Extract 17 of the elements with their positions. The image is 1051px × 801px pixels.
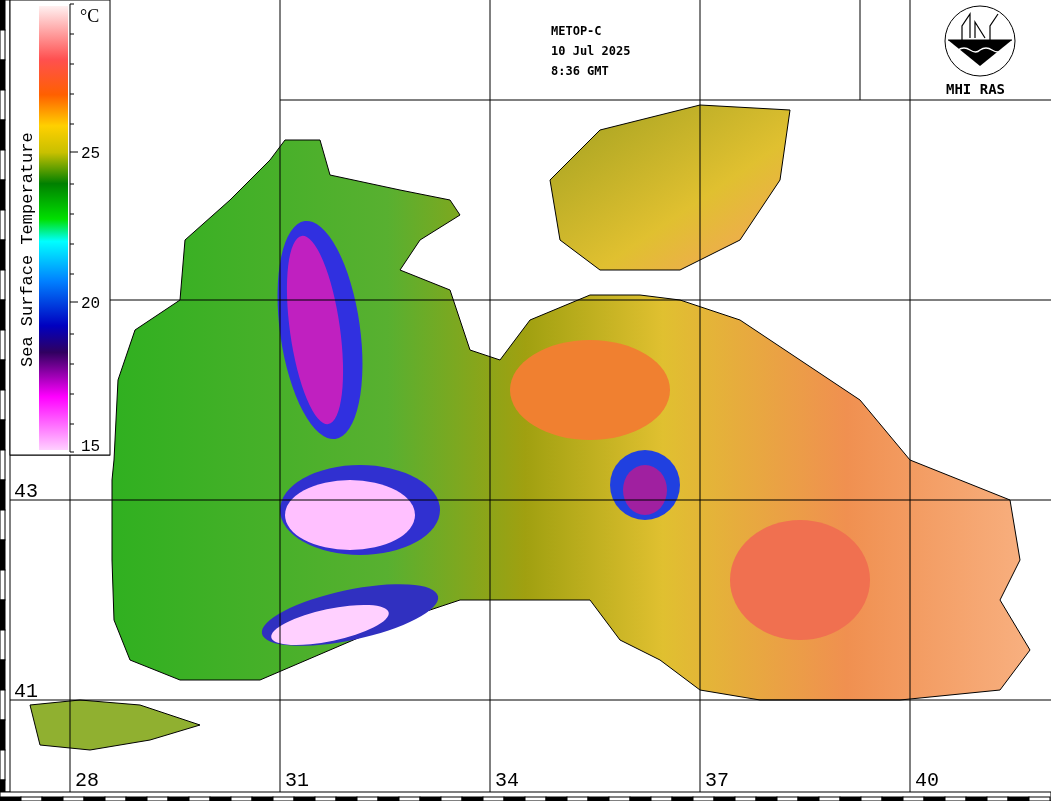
longitude-label: 28: [75, 769, 99, 792]
colorbar-unit: °C: [80, 6, 100, 26]
header-line: 10 Jul 2025: [551, 44, 631, 58]
header-line: 8:36 GMT: [551, 64, 609, 78]
logo-text: MHI RAS: [946, 81, 1005, 97]
longitude-label: 31: [285, 769, 309, 792]
longitude-label: 40: [915, 769, 939, 792]
colorbar-tick-label: 20: [81, 295, 101, 313]
latitude-label: 43: [14, 480, 38, 503]
longitude-label: 34: [495, 769, 519, 792]
institute-logo-icon: [944, 5, 1016, 77]
header-line: METOP-C: [551, 24, 602, 38]
colorbar-tick-label: 25: [81, 145, 101, 163]
colorbar-title: Sea Surface Temperature: [18, 132, 37, 367]
longitude-label: 37: [705, 769, 729, 792]
latitude-label: 41: [14, 680, 38, 703]
colorbar-tick-label: 15: [81, 438, 101, 456]
